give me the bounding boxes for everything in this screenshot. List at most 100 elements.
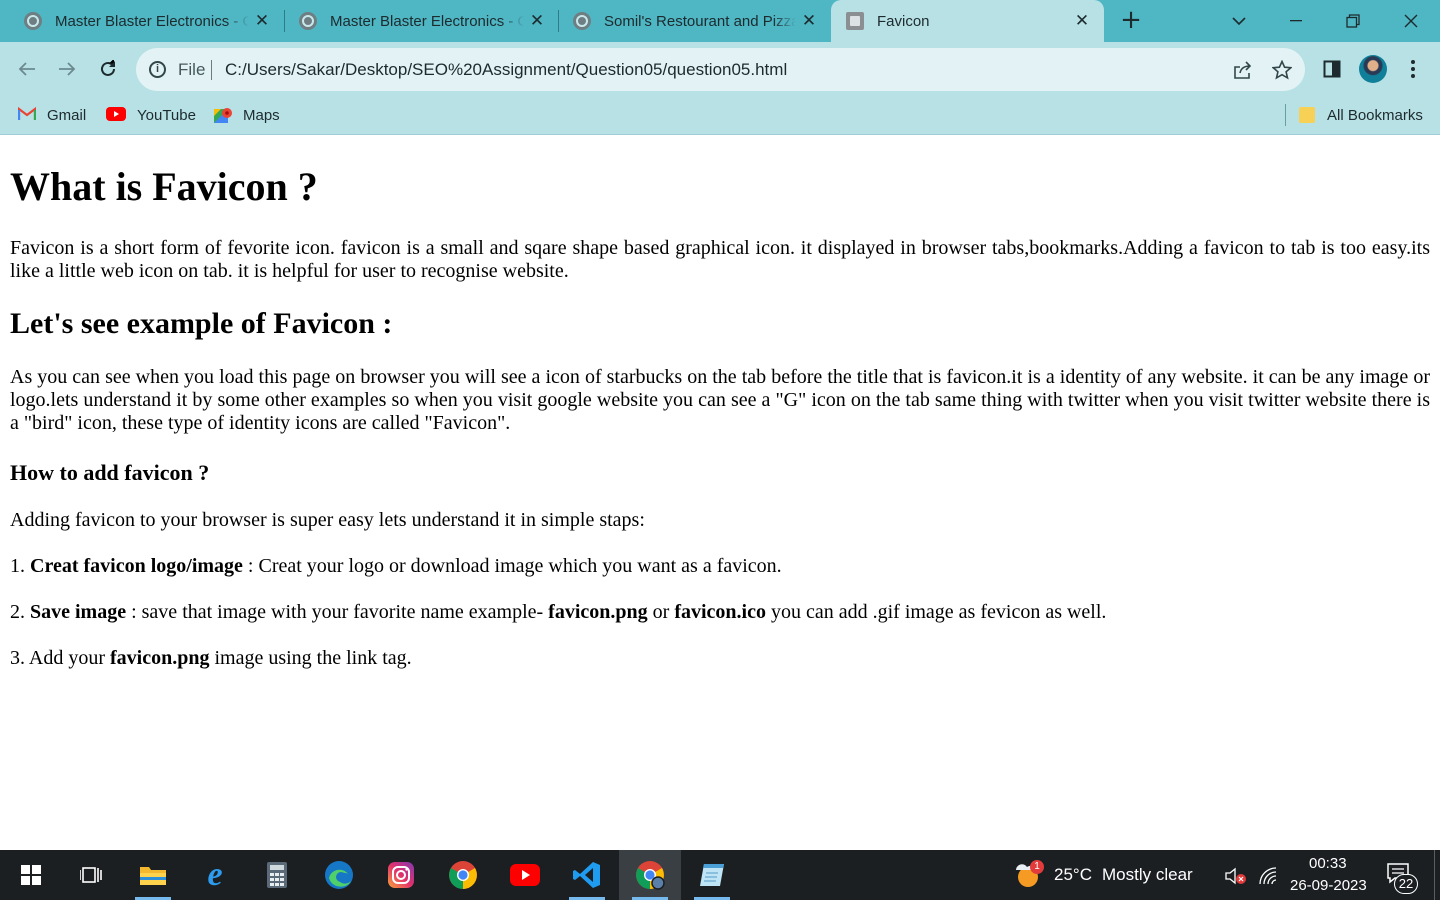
tab-master-blaster-2[interactable]: Master Blaster Electronics - O ✕	[275, 0, 559, 42]
intro-paragraph: Favicon is a short form of fevorite icon…	[10, 237, 1430, 282]
menu-button[interactable]	[1400, 56, 1426, 82]
notepad-icon	[700, 864, 724, 886]
step-title: Creat favicon logo/image	[30, 555, 243, 577]
step-3: 3. Add your favicon.png image using the …	[10, 647, 1430, 670]
chrome-profile-icon	[636, 861, 665, 890]
bookmarks-bar: Gmail YouTube Maps All Bookmarks	[0, 96, 1440, 135]
vscode-icon	[573, 862, 600, 888]
tab-title: Somil's Restourant and Pizza	[604, 12, 796, 30]
reload-button[interactable]	[93, 54, 123, 84]
clock-time[interactable]: 00:33	[1309, 855, 1347, 872]
tab-title: Master Blaster Electronics - O	[55, 12, 249, 30]
chrome-button[interactable]	[432, 850, 494, 900]
close-icon[interactable]: ✕	[799, 11, 819, 31]
tab-somils-restaurant[interactable]: Somil's Restourant and Pizza ✕	[549, 0, 831, 42]
example-paragraph: As you can see when you load this page o…	[10, 366, 1430, 434]
weather-badge: 1	[1030, 860, 1044, 874]
step-number: 1.	[10, 555, 25, 577]
step-text: : save that image with your favorite nam…	[126, 601, 549, 623]
taskbar: e 1 25°C Mostly clear 00:33 26-09-2023 2…	[0, 850, 1440, 900]
volume-muted-icon[interactable]	[1224, 866, 1248, 886]
bookmark-youtube[interactable]: YouTube	[106, 104, 196, 126]
star-icon[interactable]	[1271, 59, 1293, 81]
vscode-button[interactable]	[556, 850, 618, 900]
profile-avatar[interactable]	[1359, 55, 1387, 83]
restore-button[interactable]	[1325, 0, 1381, 42]
calculator-button[interactable]	[246, 850, 308, 900]
wifi-icon[interactable]	[1258, 866, 1280, 886]
back-button[interactable]	[12, 54, 42, 84]
internet-explorer-button[interactable]: e	[184, 850, 246, 900]
close-icon	[1404, 14, 1418, 28]
instagram-icon	[388, 862, 414, 888]
instagram-button[interactable]	[370, 850, 432, 900]
start-icon	[21, 865, 41, 885]
new-tab-button[interactable]: +	[1118, 7, 1144, 34]
edge-button[interactable]	[308, 850, 370, 900]
file-explorer-button[interactable]	[122, 850, 184, 900]
address-bar[interactable]: i File C:/Users/Sakar/Desktop/SEO%20Assi…	[136, 48, 1305, 91]
tab-search-button[interactable]	[1211, 0, 1267, 42]
tab-favicon[interactable]: Favicon ✕	[831, 0, 1104, 42]
maps-icon	[214, 107, 232, 123]
share-icon[interactable]	[1231, 59, 1253, 81]
filename-ico: favicon.ico	[674, 601, 766, 623]
folder-icon	[1299, 107, 1315, 123]
step-text: you can add .gif image as fevicon as wel…	[765, 601, 1107, 623]
url-text[interactable]: C:/Users/Sakar/Desktop/SEO%20Assignment/…	[225, 60, 787, 80]
clock-date[interactable]: 26-09-2023	[1290, 877, 1367, 894]
calculator-icon	[267, 862, 287, 888]
weather-widget[interactable]: 1 25°C Mostly clear	[1012, 850, 1202, 900]
weather-temp: 25°C	[1054, 865, 1092, 884]
close-icon[interactable]: ✕	[527, 11, 547, 31]
chrome-profile-button[interactable]	[619, 850, 681, 900]
youtube-button[interactable]	[494, 850, 556, 900]
bookmark-gmail[interactable]: Gmail	[17, 104, 87, 126]
notifications-button[interactable]: 22	[1386, 862, 1420, 894]
bookmark-label: YouTube	[137, 106, 196, 124]
arrow-right-icon	[59, 62, 76, 76]
filename-png: favicon.png	[110, 647, 210, 669]
arrow-left-icon	[18, 62, 35, 76]
divider	[211, 60, 212, 80]
chevron-down-icon	[1232, 16, 1246, 25]
restore-icon	[1346, 14, 1360, 28]
bookmark-label: Gmail	[47, 106, 87, 124]
reload-icon	[101, 60, 115, 76]
globe-icon	[299, 12, 317, 30]
tab-title: Master Blaster Electronics - O	[330, 12, 524, 30]
side-panel-button[interactable]	[1319, 56, 1345, 82]
step-2: 2. Save image : save that image with you…	[10, 601, 1430, 624]
task-view-icon	[80, 867, 102, 883]
info-icon[interactable]: i	[149, 61, 166, 78]
step-text: or	[647, 601, 675, 623]
show-desktop-button[interactable]	[1434, 850, 1440, 900]
howto-intro: Adding favicon to your browser is super …	[10, 509, 645, 531]
weather-condition: Mostly clear	[1102, 865, 1193, 884]
forward-button[interactable]	[52, 54, 82, 84]
minimize-icon	[1290, 20, 1302, 22]
bookmarks-divider	[1285, 104, 1286, 126]
filename-png: favicon.png	[548, 601, 648, 623]
start-button[interactable]	[0, 850, 62, 900]
close-window-button[interactable]	[1383, 0, 1439, 42]
side-panel-icon	[1323, 60, 1341, 78]
tab-master-blaster-1[interactable]: Master Blaster Electronics - O ✕	[0, 0, 284, 42]
all-bookmarks-button[interactable]: All Bookmarks	[1299, 104, 1423, 126]
bookmark-label: Maps	[243, 106, 280, 124]
step-1: 1. Creat favicon logo/image : Creat your…	[10, 555, 1430, 578]
close-icon[interactable]: ✕	[1072, 11, 1092, 31]
page-content: What is Favicon ? Favicon is a short for…	[0, 136, 1440, 850]
edge-icon	[325, 861, 353, 889]
gmail-icon	[17, 106, 37, 123]
tab-strip: Master Blaster Electronics - O ✕ Master …	[0, 0, 1440, 42]
close-icon[interactable]: ✕	[252, 11, 272, 31]
file-explorer-icon	[140, 867, 166, 885]
step-text: Add your	[25, 647, 110, 669]
notepad-button[interactable]	[681, 850, 743, 900]
internet-explorer-icon: e	[207, 856, 223, 893]
step-number: 3.	[10, 647, 25, 669]
minimize-button[interactable]	[1268, 0, 1324, 42]
task-view-button[interactable]	[60, 850, 122, 900]
bookmark-maps[interactable]: Maps	[214, 104, 280, 126]
